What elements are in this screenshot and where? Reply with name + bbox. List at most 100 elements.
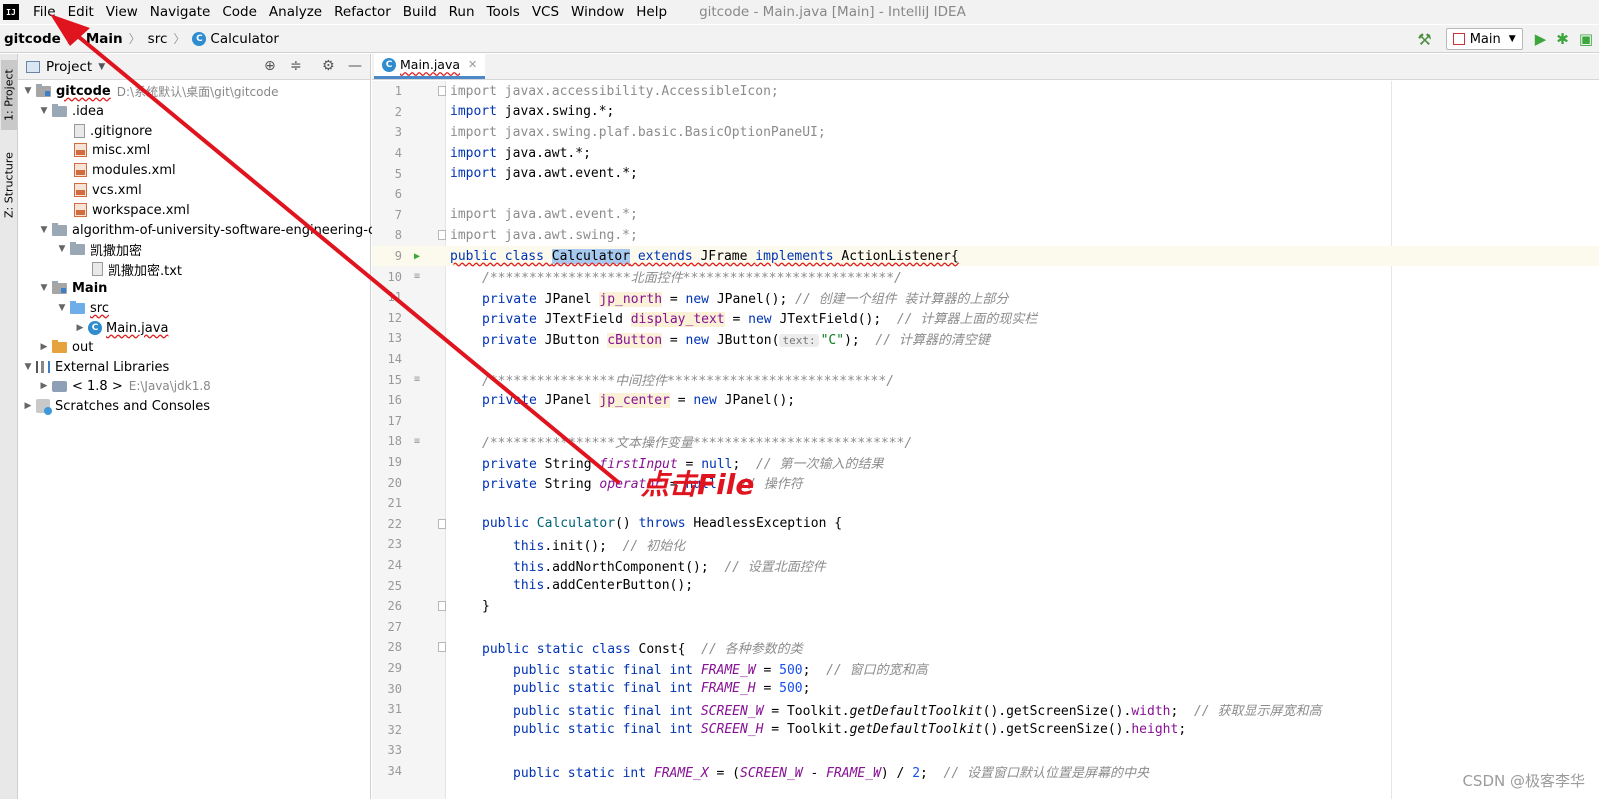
tree-node-algorithm-course[interactable]: ▼ algorithm-of-university-software-engin…	[18, 220, 411, 240]
expanded-arrow-icon[interactable]: ▼	[56, 303, 68, 313]
expanded-arrow-icon[interactable]: ▼	[56, 244, 68, 254]
code-line[interactable]: 13 private JButton cButton = new JButton…	[372, 328, 1599, 349]
code-line[interactable]: 28 public static class Const{ // 各种参数的类	[372, 637, 1599, 658]
tree-node-out[interactable]: ▶ out	[18, 337, 93, 357]
run-icon[interactable]: ▶	[1535, 30, 1547, 48]
tree-node-src[interactable]: ▼ src	[18, 298, 109, 318]
code-line[interactable]: 14	[372, 349, 1599, 370]
build-hammer-icon[interactable]: ⚒	[1417, 30, 1431, 49]
gear-icon[interactable]: ⚙	[322, 58, 335, 74]
code-line[interactable]: 18 ≡ /****************文本操作变量************…	[372, 431, 1599, 452]
menu-view[interactable]: View	[100, 0, 144, 24]
code-line[interactable]: 29 public static final int FRAME_W = 500…	[372, 658, 1599, 679]
code-line[interactable]: 5 import java.awt.event.*;	[372, 163, 1599, 184]
code-line[interactable]: 4 import java.awt.*;	[372, 143, 1599, 164]
run-gutter-icon[interactable]: ▶	[414, 251, 420, 262]
collapsed-arrow-icon[interactable]: ▶	[38, 342, 50, 352]
tree-node-gitignore[interactable]: .gitignore	[18, 121, 152, 141]
code-line[interactable]: 24 this.addNorthComponent(); // 设置北面控件	[372, 555, 1599, 576]
code-line[interactable]: 16 private JPanel jp_center = new JPanel…	[372, 390, 1599, 411]
code-line[interactable]: 25 this.addCenterButton();	[372, 575, 1599, 596]
expanded-arrow-icon[interactable]: ▼	[22, 362, 34, 372]
code-line[interactable]: 3 import javax.swing.plaf.basic.BasicOpt…	[372, 122, 1599, 143]
fold-marker-icon[interactable]	[438, 518, 446, 529]
project-view-selector[interactable]: Project	[46, 59, 92, 75]
tree-node-scratches[interactable]: ▶ Scratches and Consoles	[18, 396, 210, 416]
code-line[interactable]: 7 import java.awt.event.*;	[372, 205, 1599, 226]
expanded-arrow-icon[interactable]: ▼	[38, 106, 50, 116]
breadcrumb-calculator[interactable]: C Calculator	[188, 31, 282, 47]
fold-marker-icon[interactable]	[438, 230, 446, 241]
menu-run[interactable]: Run	[443, 0, 481, 24]
tree-node-gitcode[interactable]: ▼ gitcode D:\系统默认\桌面\git\gitcode	[18, 81, 278, 101]
tree-node-misc-xml[interactable]: misc.xml	[18, 140, 150, 160]
tool-tab-project[interactable]: 1: Project	[1, 60, 17, 130]
code-line[interactable]: 21	[372, 493, 1599, 514]
code-line[interactable]: 23 this.init(); // 初始化	[372, 534, 1599, 555]
expanded-arrow-icon[interactable]: ▼	[22, 86, 34, 96]
code-editor[interactable]: 1 import javax.accessibility.AccessibleI…	[372, 81, 1599, 799]
code-line[interactable]: 32 public static final int SCREEN_H = To…	[372, 720, 1599, 741]
menu-help[interactable]: Help	[630, 0, 673, 24]
menu-build[interactable]: Build	[397, 0, 443, 24]
menu-refactor[interactable]: Refactor	[328, 0, 397, 24]
code-line[interactable]: 30 public static final int FRAME_H = 500…	[372, 678, 1599, 699]
menu-window[interactable]: Window	[565, 0, 630, 24]
menu-tools[interactable]: Tools	[481, 0, 526, 24]
collapsed-arrow-icon[interactable]: ▶	[74, 323, 86, 333]
run-configuration-dropdown[interactable]: Main ▼	[1445, 28, 1523, 50]
expanded-arrow-icon[interactable]: ▼	[38, 225, 50, 235]
code-line[interactable]: 27	[372, 617, 1599, 638]
tree-node-idea[interactable]: ▼ .idea	[18, 101, 104, 121]
chevron-down-icon[interactable]: ▼	[98, 62, 105, 72]
code-line[interactable]: 19 private String firstInput = null; // …	[372, 452, 1599, 473]
code-line[interactable]: 6	[372, 184, 1599, 205]
tree-node-external-libraries[interactable]: ▼ External Libraries	[18, 357, 170, 377]
tree-node-modules-xml[interactable]: modules.xml	[18, 160, 176, 180]
code-line[interactable]: 11 private JPanel jp_north = new JPanel(…	[372, 287, 1599, 308]
fold-marker-icon[interactable]	[438, 642, 446, 653]
breadcrumb-gitcode[interactable]: gitcode	[0, 31, 64, 47]
tool-tab-structure[interactable]: Z: Structure	[1, 144, 17, 226]
code-line[interactable]: 34 public static int FRAME_X = (SCREEN_W…	[372, 761, 1599, 782]
code-line-current[interactable]: 9 ▶ public class Calculator extends JFra…	[372, 245, 1599, 267]
collapsed-arrow-icon[interactable]: ▶	[22, 401, 34, 411]
tree-node-caesar-folder[interactable]: ▼ 凯撒加密	[18, 239, 142, 259]
expanded-arrow-icon[interactable]: ▼	[38, 283, 50, 293]
collapse-all-icon[interactable]: ≑	[290, 58, 302, 74]
code-line[interactable]: 22 public Calculator() throws HeadlessEx…	[372, 514, 1599, 535]
menu-code[interactable]: Code	[216, 0, 263, 24]
menu-file[interactable]: File	[27, 0, 62, 24]
tree-node-main-java[interactable]: ▶ C Main.java	[18, 318, 169, 338]
tab-main-java[interactable]: C Main.java ✕	[374, 53, 486, 79]
code-line[interactable]: 15 ≡ /****************中间控件**************…	[372, 369, 1599, 390]
locate-target-icon[interactable]: ⊕	[264, 58, 276, 74]
tree-node-jdk[interactable]: ▶ < 1.8 > E:\Java\jdk1.8	[18, 376, 211, 396]
menu-vcs[interactable]: VCS	[526, 0, 565, 24]
tree-node-caesar-txt[interactable]: 凯撒加密.txt	[18, 259, 182, 279]
collapsed-arrow-icon[interactable]: ▶	[38, 381, 50, 391]
code-line[interactable]: 1 import javax.accessibility.AccessibleI…	[372, 81, 1599, 102]
code-line[interactable]: 12 private JTextField display_text = new…	[372, 308, 1599, 329]
debug-bug-icon[interactable]: ✱	[1556, 30, 1569, 48]
code-line[interactable]: 2 import javax.swing.*;	[372, 102, 1599, 123]
code-line[interactable]: 33	[372, 740, 1599, 761]
code-line[interactable]: 20 private String operator = null; // 操作…	[372, 472, 1599, 493]
fold-marker-icon[interactable]	[438, 86, 446, 97]
hide-panel-icon[interactable]: —	[348, 58, 362, 74]
tree-node-workspace-xml[interactable]: workspace.xml	[18, 200, 190, 220]
code-line[interactable]: 10 ≡ /******************北面控件************…	[372, 266, 1599, 287]
fold-marker-icon[interactable]	[438, 601, 446, 612]
code-line[interactable]: 8 import java.awt.swing.*;	[372, 225, 1599, 246]
breadcrumb-src[interactable]: src	[144, 31, 171, 47]
menu-edit[interactable]: Edit	[62, 0, 100, 24]
breadcrumb-main[interactable]: Main	[82, 31, 126, 47]
menu-analyze[interactable]: Analyze	[263, 0, 328, 24]
tree-node-main-module[interactable]: ▼ Main	[18, 278, 107, 298]
menu-navigate[interactable]: Navigate	[144, 0, 217, 24]
code-line[interactable]: 26 }	[372, 596, 1599, 617]
tree-node-vcs-xml[interactable]: vcs.xml	[18, 180, 142, 200]
close-icon[interactable]: ✕	[468, 58, 477, 71]
code-line[interactable]: 17	[372, 411, 1599, 432]
coverage-icon[interactable]: ▣	[1579, 30, 1593, 48]
